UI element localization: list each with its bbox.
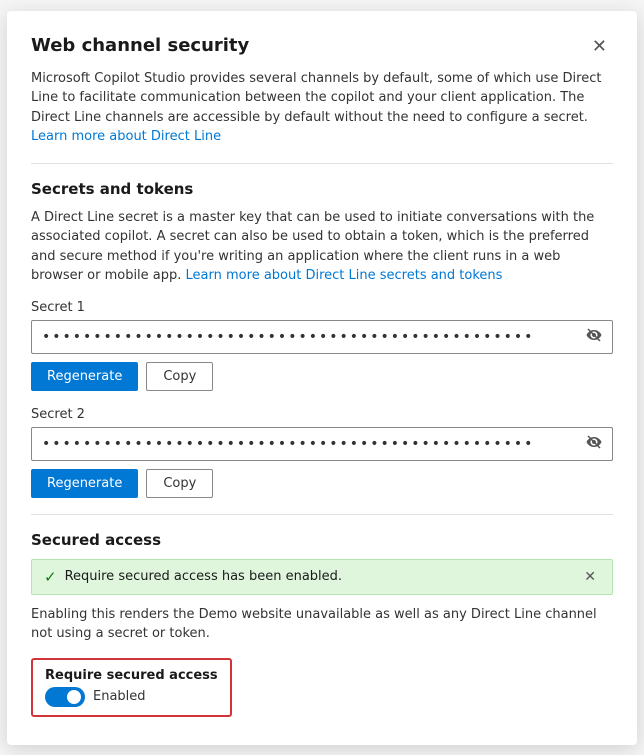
secret1-regenerate-button[interactable]: Regenerate [31,362,138,391]
success-banner: ✓ Require secured access has been enable… [31,559,613,595]
secret2-field-group: Secret 2 •••••••••••••••••••••••••••••••… [31,407,613,498]
secret1-label: Secret 1 [31,300,613,315]
secret1-value: ••••••••••••••••••••••••••••••••••••••••… [42,329,586,345]
close-button[interactable]: ✕ [586,35,613,57]
secret2-button-row: Regenerate Copy [31,469,613,498]
modal-title: Web channel security [31,35,249,56]
intro-text: Microsoft Copilot Studio provides severa… [31,69,613,147]
secret1-button-row: Regenerate Copy [31,362,613,391]
secret2-copy-button[interactable]: Copy [146,469,213,498]
learn-more-secrets-link[interactable]: Learn more about Direct Line secrets and… [186,268,503,283]
modal-header: Web channel security ✕ [31,35,613,57]
divider-1 [31,163,613,164]
secret1-field-group: Secret 1 •••••••••••••••••••••••••••••••… [31,300,613,391]
toggle-switch[interactable] [45,687,85,707]
secret2-reveal-icon[interactable] [586,434,602,454]
secrets-tokens-title: Secrets and tokens [31,180,613,198]
secret2-input-wrapper: ••••••••••••••••••••••••••••••••••••••••… [31,427,613,461]
learn-more-direct-line-link[interactable]: Learn more about Direct Line [31,129,221,144]
secret1-reveal-icon[interactable] [586,327,602,347]
secret2-value: ••••••••••••••••••••••••••••••••••••••••… [42,436,586,452]
require-secured-access-toggle-container: Require secured access Enabled [31,658,232,717]
secret2-regenerate-button[interactable]: Regenerate [31,469,138,498]
toggle-thumb [67,690,81,704]
secured-access-section: Secured access ✓ Require secured access … [31,531,613,717]
banner-close-button[interactable]: ✕ [580,568,600,585]
success-banner-content: ✓ Require secured access has been enable… [44,568,342,586]
secret1-copy-button[interactable]: Copy [146,362,213,391]
divider-2 [31,514,613,515]
secrets-tokens-section: Secrets and tokens A Direct Line secret … [31,180,613,498]
success-banner-text: Require secured access has been enabled. [65,569,342,584]
success-icon: ✓ [44,568,57,586]
toggle-label: Require secured access [45,668,218,683]
secured-access-title: Secured access [31,531,613,549]
secured-access-description: Enabling this renders the Demo website u… [31,605,613,644]
secret1-input-wrapper: ••••••••••••••••••••••••••••••••••••••••… [31,320,613,354]
web-channel-security-modal: Web channel security ✕ Microsoft Copilot… [7,11,637,745]
intro-body: Microsoft Copilot Studio provides severa… [31,71,601,125]
secrets-tokens-description: A Direct Line secret is a master key tha… [31,208,613,286]
toggle-row: Enabled [45,687,218,707]
secret2-label: Secret 2 [31,407,613,422]
toggle-status-label: Enabled [93,689,146,704]
